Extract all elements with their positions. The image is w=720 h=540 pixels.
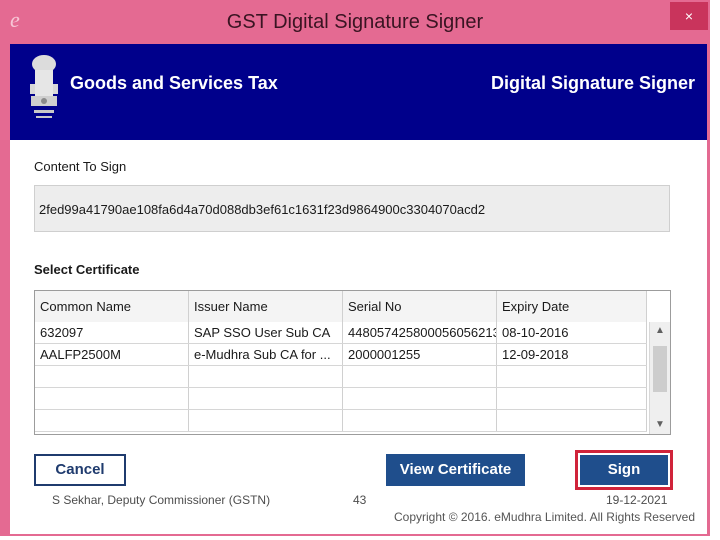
table-scrollbar[interactable]: ▲ ▼	[649, 322, 670, 434]
scroll-up-icon[interactable]: ▲	[650, 322, 670, 340]
cancel-button[interactable]: Cancel	[34, 454, 126, 486]
cell-issuer-name: e-Mudhra Sub CA for ...	[189, 344, 343, 365]
scroll-thumb[interactable]	[653, 346, 667, 392]
table-row-empty	[35, 388, 647, 410]
title-bar[interactable]: e GST Digital Signature Signer ×	[0, 0, 710, 44]
view-certificate-button[interactable]: View Certificate	[386, 454, 525, 486]
footer-date: 19-12-2021	[606, 493, 668, 507]
national-emblem-icon	[30, 55, 58, 118]
table-row-empty	[35, 366, 647, 388]
cell-expiry-date: 08-10-2016	[497, 322, 647, 343]
sign-button[interactable]: Sign	[580, 455, 668, 485]
cell-expiry-date: 12-09-2018	[497, 344, 647, 365]
copyright-text: Copyright © 2016. eMudhra Limited. All R…	[394, 510, 695, 524]
scroll-down-icon[interactable]: ▼	[650, 416, 670, 434]
table-header: Common Name Issuer Name Serial No Expiry…	[35, 291, 647, 323]
cell-common-name: AALFP2500M	[35, 344, 189, 365]
footer-page-number: 43	[353, 493, 367, 507]
cell-issuer-name: SAP SSO User Sub CA	[189, 322, 343, 343]
window-title: GST Digital Signature Signer	[226, 11, 484, 33]
column-header-expiry-date[interactable]: Expiry Date	[497, 291, 647, 322]
dialog-content: Goods and Services Tax Digital Signature…	[10, 44, 707, 534]
column-header-issuer-name[interactable]: Issuer Name	[189, 291, 343, 322]
certificate-table[interactable]: Common Name Issuer Name Serial No Expiry…	[34, 290, 671, 435]
cell-serial-no: 448057425800056056213	[343, 322, 497, 343]
header-title-left: Goods and Services Tax	[70, 73, 278, 93]
header-title-right: Digital Signature Signer	[490, 73, 695, 93]
cell-common-name: 632097	[35, 322, 189, 343]
table-row[interactable]: 632097 SAP SSO User Sub CA 4480574258000…	[35, 322, 647, 344]
content-to-sign-field[interactable]: 2fed99a41790ae108fa6d4a70d088db3ef61c163…	[34, 185, 670, 232]
cell-serial-no: 2000001255	[343, 344, 497, 365]
column-header-serial-no[interactable]: Serial No	[343, 291, 497, 322]
select-certificate-label: Select Certificate	[34, 262, 140, 277]
background-edge	[710, 0, 720, 540]
table-row[interactable]: AALFP2500M e-Mudhra Sub CA for ... 20000…	[35, 344, 647, 366]
close-button[interactable]: ×	[670, 2, 708, 30]
content-to-sign-label: Content To Sign	[34, 159, 127, 174]
signer-window: e GST Digital Signature Signer × Goods a…	[0, 0, 710, 536]
column-header-common-name[interactable]: Common Name	[35, 291, 189, 322]
table-row-empty	[35, 410, 647, 432]
header-banner: Goods and Services Tax Digital Signature…	[10, 44, 707, 140]
footer-presenter: S Sekhar, Deputy Commissioner (GSTN)	[52, 493, 271, 507]
